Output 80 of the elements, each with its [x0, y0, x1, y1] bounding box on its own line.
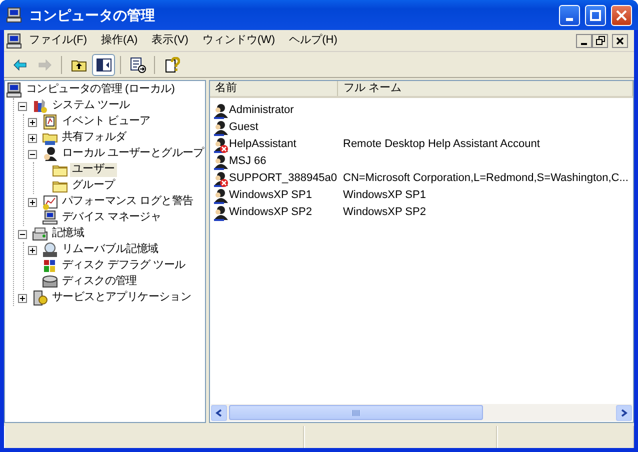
disk-icon [42, 274, 58, 290]
defrag-icon [42, 258, 58, 274]
panel-icon [96, 56, 112, 72]
expand-toggle[interactable] [28, 134, 37, 142]
tree-item[interactable]: グループ [70, 179, 117, 193]
help-icon [164, 56, 180, 72]
forward-arrow-icon [36, 56, 52, 72]
tree-item[interactable]: ユーザー [70, 163, 117, 177]
full-name: WindowsXP SP1 [343, 188, 426, 202]
scroll-thumb[interactable] [229, 405, 483, 420]
column-header[interactable]: フル ネーム [338, 81, 633, 96]
computer-icon [6, 82, 22, 98]
close-icon [616, 36, 624, 44]
plus-icon [29, 198, 36, 206]
menu-item[interactable]: ヘルプ(H) [282, 32, 344, 50]
chart-icon [42, 194, 58, 210]
expand-toggle[interactable] [18, 294, 27, 302]
back-arrow-icon [12, 56, 28, 72]
storage-icon [32, 226, 48, 242]
computer-icon [42, 210, 58, 226]
restore-icon [596, 36, 604, 45]
export-icon [130, 56, 146, 72]
users-icon [42, 146, 58, 162]
full-name: CN=Microsoft Corporation,L=Redmond,S=Washington,C... [343, 172, 628, 186]
tree-item[interactable]: デバイス マネージャ [60, 211, 164, 225]
restore-button[interactable] [592, 34, 608, 48]
scroll-left-button[interactable] [211, 404, 227, 420]
maximize-icon [590, 10, 601, 20]
collapse-toggle[interactable] [18, 230, 27, 238]
event-viewer-icon [42, 114, 58, 130]
close-icon [616, 10, 627, 20]
expand-toggle[interactable] [28, 246, 37, 254]
tree-item[interactable]: パフォーマンス ログと警告 [60, 195, 196, 209]
menu-item[interactable]: ウィンドウ(W) [195, 32, 282, 50]
user-name[interactable]: MSJ 66 [229, 154, 266, 168]
menu-item[interactable]: 表示(V) [144, 32, 196, 50]
collapse-toggle[interactable] [28, 150, 37, 158]
menu-item[interactable]: 操作(A) [94, 32, 145, 50]
tree-item[interactable]: システム ツール [50, 99, 132, 113]
plus-icon [29, 118, 36, 126]
chevron-right-icon [620, 408, 628, 416]
tree-item[interactable]: ディスク デフラグ ツール [60, 259, 188, 273]
menu-item[interactable]: ファイル(F) [22, 32, 94, 50]
tools-icon [32, 98, 48, 114]
plus-icon [19, 294, 26, 302]
computer-icon [6, 32, 22, 48]
expand-toggle[interactable] [28, 118, 37, 126]
plus-icon [29, 134, 36, 142]
user-name[interactable]: WindowsXP SP2 [229, 206, 312, 220]
minimize-icon [566, 18, 573, 20]
expand-toggle[interactable] [28, 198, 37, 206]
tree-item[interactable]: イベント ビューア [60, 115, 152, 129]
tree-item[interactable]: リムーバブル記憶域 [60, 243, 160, 257]
column-header[interactable]: 名前 [210, 81, 338, 96]
grip-icon [352, 410, 360, 416]
tree-item[interactable]: ローカル ユーザーとグループ [60, 147, 205, 161]
computer-icon [6, 7, 24, 23]
user-name[interactable]: WindowsXP SP1 [229, 188, 312, 202]
minimize-icon [581, 43, 587, 45]
scroll-right-button[interactable] [616, 404, 632, 420]
horizontal-scrollbar[interactable] [211, 404, 632, 421]
collapse-toggle[interactable] [18, 102, 27, 110]
services-icon [32, 290, 48, 306]
window-title: コンピュータの管理 [29, 6, 156, 24]
user-name[interactable]: Guest [229, 120, 258, 134]
tree-item[interactable]: 共有フォルダ [60, 131, 128, 145]
full-name: Remote Desktop Help Assistant Account [343, 138, 540, 152]
minimize-button[interactable] [576, 34, 592, 48]
plus-icon [29, 246, 36, 254]
tree-toggle-button[interactable] [92, 54, 115, 76]
tree-item[interactable]: 記憶域 [50, 227, 86, 241]
maximize-button[interactable] [585, 4, 606, 26]
disc-icon [42, 242, 58, 258]
tree-item[interactable]: コンピュータの管理 (ローカル) [24, 83, 177, 97]
full-name: WindowsXP SP2 [343, 206, 426, 220]
close-button[interactable] [612, 34, 628, 48]
tree-item[interactable]: ディスクの管理 [60, 275, 139, 289]
chevron-left-icon [215, 408, 223, 416]
tree-item[interactable]: サービスとアプリケーション [50, 291, 194, 305]
user-name[interactable]: Administrator [229, 104, 294, 118]
